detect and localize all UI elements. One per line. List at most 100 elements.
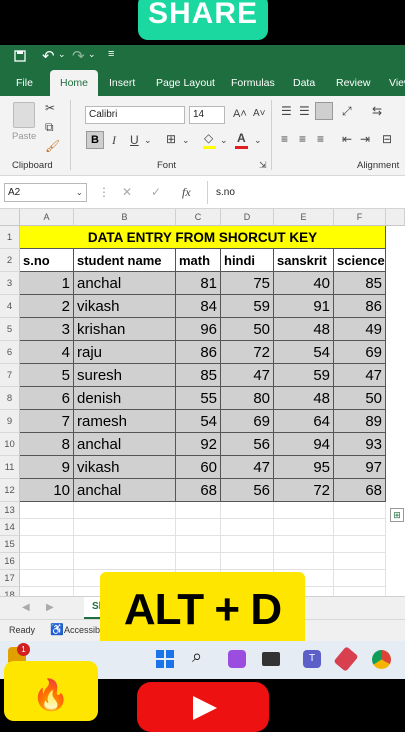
- row-header[interactable]: 8: [0, 387, 20, 410]
- empty-cell[interactable]: [74, 502, 176, 519]
- empty-cell[interactable]: [74, 553, 176, 570]
- data-cell[interactable]: 48: [274, 387, 334, 410]
- data-cell[interactable]: krishan: [74, 318, 176, 341]
- data-cell[interactable]: 50: [221, 318, 274, 341]
- app-icon[interactable]: [333, 646, 359, 672]
- prev-sheet-icon[interactable]: ◀: [22, 601, 30, 615]
- tab-view[interactable]: View: [389, 70, 405, 96]
- row-header[interactable]: 17: [0, 570, 20, 587]
- header-cell[interactable]: s.no: [20, 249, 74, 272]
- row-header[interactable]: 9: [0, 410, 20, 433]
- quick-analysis-icon[interactable]: ⊞: [390, 508, 404, 522]
- data-cell[interactable]: anchal: [74, 272, 176, 295]
- data-cell[interactable]: 56: [221, 479, 274, 502]
- row-header[interactable]: 10: [0, 433, 20, 456]
- font-name-select[interactable]: Calibri: [85, 106, 185, 124]
- name-box[interactable]: A2: [4, 183, 87, 202]
- row-header[interactable]: 11: [0, 456, 20, 479]
- data-cell[interactable]: raju: [74, 341, 176, 364]
- save-icon[interactable]: [14, 50, 26, 65]
- column-header[interactable]: A: [20, 209, 74, 226]
- accessibility-icon[interactable]: ♿: [50, 623, 64, 637]
- data-cell[interactable]: 68: [334, 479, 386, 502]
- row-header[interactable]: 4: [0, 295, 20, 318]
- orientation-icon[interactable]: ⤢: [342, 104, 352, 118]
- empty-cell[interactable]: [176, 502, 221, 519]
- cut-icon[interactable]: ✂: [45, 101, 55, 115]
- data-cell[interactable]: 95: [274, 456, 334, 479]
- empty-cell[interactable]: [176, 519, 221, 536]
- fill-color-icon[interactable]: ◇: [204, 131, 213, 145]
- borders-icon[interactable]: ⊞: [166, 132, 176, 146]
- underline-button[interactable]: U: [130, 133, 139, 147]
- data-cell[interactable]: 47: [221, 456, 274, 479]
- empty-cell[interactable]: [221, 553, 274, 570]
- select-all-corner[interactable]: [0, 209, 20, 226]
- data-cell[interactable]: 2: [20, 295, 74, 318]
- paste-label[interactable]: Paste: [12, 131, 36, 142]
- empty-cell[interactable]: [74, 519, 176, 536]
- cancel-icon[interactable]: ✕: [122, 185, 132, 199]
- empty-cell[interactable]: [176, 553, 221, 570]
- empty-cell[interactable]: [20, 570, 74, 587]
- chevron-down-icon[interactable]: ⌄: [144, 133, 152, 147]
- data-cell[interactable]: 54: [274, 341, 334, 364]
- column-header[interactable]: F: [334, 209, 386, 226]
- copy-icon[interactable]: ⧉: [45, 120, 54, 134]
- tab-review[interactable]: Review: [336, 70, 370, 96]
- row-header[interactable]: 3: [0, 272, 20, 295]
- chevron-down-icon[interactable]: ⌄: [58, 49, 66, 60]
- row-header[interactable]: 12: [0, 479, 20, 502]
- data-cell[interactable]: 84: [176, 295, 221, 318]
- data-cell[interactable]: 1: [20, 272, 74, 295]
- data-cell[interactable]: 85: [176, 364, 221, 387]
- data-cell[interactable]: 94: [274, 433, 334, 456]
- app-icon[interactable]: [262, 652, 280, 666]
- data-cell[interactable]: 55: [176, 387, 221, 410]
- decrease-indent-icon[interactable]: ⇤: [342, 132, 352, 146]
- empty-cell[interactable]: [20, 553, 74, 570]
- dialog-launcher-icon[interactable]: ⇲: [259, 158, 267, 172]
- app-icon[interactable]: [228, 650, 246, 668]
- data-cell[interactable]: anchal: [74, 479, 176, 502]
- enter-icon[interactable]: ✓: [151, 185, 161, 199]
- data-cell[interactable]: 49: [334, 318, 386, 341]
- bold-button[interactable]: B: [86, 131, 104, 149]
- data-cell[interactable]: 60: [176, 456, 221, 479]
- data-cell[interactable]: denish: [74, 387, 176, 410]
- empty-cell[interactable]: [334, 536, 386, 553]
- align-bottom-button[interactable]: [315, 102, 333, 120]
- row-header[interactable]: 14: [0, 519, 20, 536]
- insert-function-icon[interactable]: fx: [182, 185, 191, 199]
- font-size-select[interactable]: 14: [189, 106, 225, 124]
- data-cell[interactable]: 56: [221, 433, 274, 456]
- tab-home[interactable]: Home: [50, 70, 98, 96]
- decrease-font-icon[interactable]: A˅: [253, 107, 266, 121]
- data-cell[interactable]: anchal: [74, 433, 176, 456]
- data-cell[interactable]: 4: [20, 341, 74, 364]
- header-cell[interactable]: sanskrit: [274, 249, 334, 272]
- formula-input[interactable]: s.no: [207, 181, 405, 204]
- data-cell[interactable]: 97: [334, 456, 386, 479]
- data-cell[interactable]: 59: [221, 295, 274, 318]
- teams-icon[interactable]: T: [303, 650, 321, 668]
- row-header[interactable]: 15: [0, 536, 20, 553]
- chevron-down-icon[interactable]: ⌄: [254, 133, 262, 147]
- empty-cell[interactable]: [20, 502, 74, 519]
- data-cell[interactable]: 8: [20, 433, 74, 456]
- paste-icon[interactable]: [13, 102, 35, 128]
- empty-cell[interactable]: [274, 536, 334, 553]
- column-header[interactable]: B: [74, 209, 176, 226]
- chrome-icon[interactable]: [372, 650, 391, 669]
- row-header[interactable]: 13: [0, 502, 20, 519]
- row-header[interactable]: 7: [0, 364, 20, 387]
- empty-cell[interactable]: [221, 536, 274, 553]
- data-cell[interactable]: vikash: [74, 295, 176, 318]
- header-cell[interactable]: science: [334, 249, 386, 272]
- row-header[interactable]: 2: [0, 249, 20, 272]
- chevron-down-icon[interactable]: ⌄: [182, 133, 190, 147]
- data-cell[interactable]: 40: [274, 272, 334, 295]
- data-cell[interactable]: 92: [176, 433, 221, 456]
- data-cell[interactable]: 75: [221, 272, 274, 295]
- empty-cell[interactable]: [20, 519, 74, 536]
